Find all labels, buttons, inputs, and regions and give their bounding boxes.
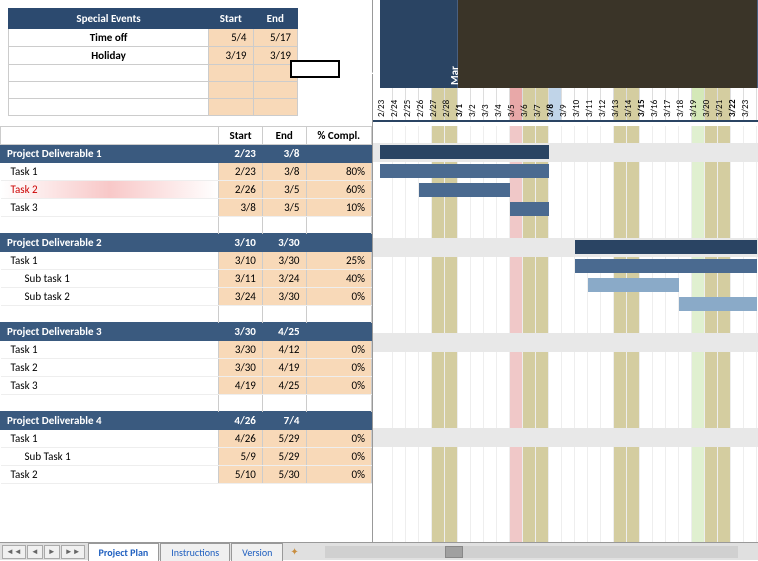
special-events-table[interactable]: Special Events Start End Time off 5/4 5/… bbox=[8, 8, 298, 116]
special-events-panel: Special Events Start End Time off 5/4 5/… bbox=[0, 0, 373, 126]
gantt-task-row bbox=[373, 200, 758, 219]
gantt-deliverable-row bbox=[373, 238, 758, 257]
gantt-task-row bbox=[373, 390, 758, 409]
gantt-task-row bbox=[373, 485, 758, 504]
task-row[interactable]: Sub task 13/113/2440% bbox=[1, 270, 372, 288]
col-end: End bbox=[262, 127, 306, 145]
event-start-cell[interactable]: 5/4 bbox=[209, 29, 253, 47]
tab-nav: ◄◄ ◄ ► ►► bbox=[0, 545, 88, 559]
task-row[interactable]: Task 22/263/560% bbox=[1, 181, 372, 199]
date-column: 3/23 bbox=[744, 88, 757, 120]
gantt-deliverable-row bbox=[373, 428, 758, 447]
task-table[interactable]: StartEnd% Compl.Project Deliverable 12/2… bbox=[0, 126, 372, 484]
events-title-header: Special Events bbox=[9, 9, 209, 29]
events-start-header: Start bbox=[209, 9, 253, 29]
task-row[interactable]: Task 12/233/880% bbox=[1, 163, 372, 181]
event-name-cell[interactable]: Time off bbox=[9, 29, 209, 47]
deliverable-row[interactable]: Project Deliverable 12/233/8 bbox=[1, 145, 372, 163]
sheet-tab-bar: ◄◄ ◄ ► ►► Project Plan Instructions Vers… bbox=[0, 542, 758, 560]
nav-prev-icon[interactable]: ◄ bbox=[27, 545, 43, 559]
active-cell-cursor[interactable] bbox=[290, 60, 340, 78]
nav-next-icon[interactable]: ► bbox=[44, 545, 60, 559]
col-pct: % Compl. bbox=[306, 127, 371, 145]
new-sheet-icon[interactable]: ✦ bbox=[284, 545, 304, 558]
sheet-tab-version[interactable]: Version bbox=[231, 543, 283, 561]
gantt-deliverable-row bbox=[373, 143, 758, 162]
nav-first-icon[interactable]: ◄◄ bbox=[2, 545, 26, 559]
event-end-cell[interactable]: 5/17 bbox=[253, 29, 297, 47]
task-row[interactable]: Task 13/304/120% bbox=[1, 341, 372, 359]
gantt-task-row bbox=[373, 276, 758, 295]
gantt-panel[interactable] bbox=[373, 126, 758, 560]
gantt-task-row bbox=[373, 295, 758, 314]
task-row[interactable]: Task 25/105/300% bbox=[1, 466, 372, 484]
task-row[interactable]: Sub Task 15/95/290% bbox=[1, 448, 372, 466]
gantt-task-row bbox=[373, 181, 758, 200]
gantt-task-row bbox=[373, 352, 758, 371]
sheet-tab-project-plan[interactable]: Project Plan bbox=[88, 543, 160, 561]
gantt-task-row bbox=[373, 371, 758, 390]
horizontal-scrollbar[interactable] bbox=[325, 546, 738, 558]
deliverable-row[interactable]: Project Deliverable 33/304/25 bbox=[1, 323, 372, 341]
task-row[interactable]: Task 33/83/510% bbox=[1, 199, 372, 217]
gantt-task-row bbox=[373, 257, 758, 276]
gantt-task-row bbox=[373, 447, 758, 466]
col-start: Start bbox=[219, 127, 263, 145]
event-name-cell[interactable]: Holiday bbox=[9, 47, 209, 65]
gantt-task-row bbox=[373, 162, 758, 181]
deliverable-row[interactable]: Project Deliverable 23/103/30 bbox=[1, 234, 372, 252]
task-panel: StartEnd% Compl.Project Deliverable 12/2… bbox=[0, 126, 373, 560]
task-row[interactable]: Task 23/304/190% bbox=[1, 359, 372, 377]
task-row[interactable]: Sub task 23/243/300% bbox=[1, 288, 372, 306]
scrollbar-thumb[interactable] bbox=[445, 546, 463, 558]
deliverable-row[interactable]: Project Deliverable 44/267/4 bbox=[1, 412, 372, 430]
sheet-tab-instructions[interactable]: Instructions bbox=[160, 543, 230, 561]
timeline-header: FebMar 2/232/242/252/262/272/283/13/23/3… bbox=[373, 0, 758, 126]
event-start-cell[interactable]: 3/19 bbox=[209, 47, 253, 65]
gantt-deliverable-row bbox=[373, 333, 758, 352]
nav-last-icon[interactable]: ►► bbox=[61, 545, 85, 559]
task-row[interactable]: Task 34/194/250% bbox=[1, 377, 372, 395]
gantt-task-row bbox=[373, 466, 758, 485]
task-row[interactable]: Task 14/265/290% bbox=[1, 430, 372, 448]
events-end-header: End bbox=[253, 9, 297, 29]
task-row[interactable]: Task 13/103/3025% bbox=[1, 252, 372, 270]
